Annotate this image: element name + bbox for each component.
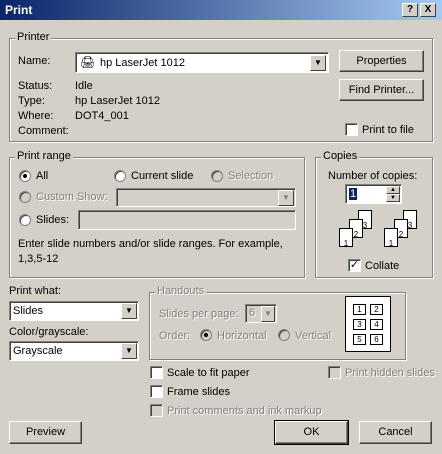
color-grayscale-label: Color/grayscale: xyxy=(9,326,89,338)
radio-horizontal-label: Horizontal xyxy=(217,330,267,342)
print-comments-checkbox[interactable] xyxy=(150,404,163,417)
title-bar: Print ? X xyxy=(0,0,442,20)
printer-icon: 🖨 xyxy=(80,55,96,69)
status-value: Idle xyxy=(75,80,93,92)
scale-to-fit-checkbox[interactable] xyxy=(150,366,163,379)
properties-button[interactable]: Properties xyxy=(339,50,424,72)
radio-slides[interactable] xyxy=(19,214,31,226)
color-grayscale-value: Grayscale xyxy=(13,345,63,357)
type-label: Type: xyxy=(18,95,45,107)
chevron-down-icon[interactable]: ▼ xyxy=(121,343,137,359)
collate-page: 1 xyxy=(339,228,353,248)
scale-to-fit-label: Scale to fit paper xyxy=(167,367,250,379)
find-printer-button[interactable]: Find Printer... xyxy=(339,79,424,101)
print-what-select[interactable]: Slides ▼ xyxy=(9,301,139,321)
comment-label: Comment: xyxy=(18,125,69,137)
print-what-label: Print what: xyxy=(9,285,61,297)
help-button[interactable]: ? xyxy=(402,3,418,17)
type-value: hp LaserJet 1012 xyxy=(75,95,161,107)
radio-selection-label: Selection xyxy=(228,170,274,182)
properties-button-label: Properties xyxy=(356,55,407,67)
print-what-value: Slides xyxy=(13,305,43,317)
handout-slide: 1 xyxy=(353,304,366,315)
radio-all-label: All xyxy=(36,170,49,182)
radio-horizontal[interactable] xyxy=(200,329,212,341)
printer-name-value: hp LaserJet 1012 xyxy=(100,57,186,69)
cancel-button[interactable]: Cancel xyxy=(359,421,432,444)
chevron-down-icon[interactable]: ▼ xyxy=(310,55,326,71)
printer-name-select[interactable]: 🖨 hp LaserJet 1012 ▼ xyxy=(75,52,329,73)
ok-button[interactable]: OK xyxy=(274,420,349,445)
print-hidden-label: Print hidden slides xyxy=(345,367,435,379)
spin-up-icon[interactable]: ▲ xyxy=(386,186,400,194)
handout-slide: 5 xyxy=(353,334,366,345)
slides-per-page-label: Slides per page: xyxy=(159,308,239,320)
collate-label: Collate xyxy=(365,260,400,272)
handout-slide: 4 xyxy=(370,319,383,330)
frame-slides-label: Frame slides xyxy=(167,386,230,398)
printer-group-label: Printer xyxy=(15,31,52,43)
copies-spinner[interactable]: 1 ▲ ▼ xyxy=(345,184,402,204)
slides-per-page-value: 6 xyxy=(249,307,256,319)
print-to-file-label: Print to file xyxy=(362,124,414,136)
radio-vertical[interactable] xyxy=(278,329,290,341)
copies-value: 1 xyxy=(349,188,358,200)
handout-slide: 3 xyxy=(353,319,366,330)
radio-custom-show-label: Custom Show: xyxy=(36,191,108,203)
status-label: Status: xyxy=(18,80,53,92)
radio-current-slide[interactable] xyxy=(114,170,126,182)
radio-custom-show[interactable] xyxy=(19,191,31,203)
preview-button[interactable]: Preview xyxy=(9,421,82,444)
print-comments-label: Print comments and ink markup xyxy=(167,405,322,417)
close-button[interactable]: X xyxy=(420,3,436,17)
radio-current-slide-label: Current slide xyxy=(131,170,194,182)
chevron-down-icon[interactable]: ▼ xyxy=(121,303,137,319)
radio-all[interactable] xyxy=(19,170,31,182)
print-range-group-label: Print range xyxy=(15,150,73,162)
name-label: Name: xyxy=(18,55,51,67)
custom-show-select[interactable]: ▼ xyxy=(116,188,296,207)
radio-selection[interactable] xyxy=(211,170,223,182)
range-hint: Enter slide numbers and/or slide ranges.… xyxy=(18,238,283,265)
color-grayscale-select[interactable]: Grayscale ▼ xyxy=(9,341,139,361)
dialog-title: Print xyxy=(5,3,33,17)
print-to-file-checkbox[interactable] xyxy=(345,123,358,136)
handouts-group-label: Handouts xyxy=(155,285,207,297)
slides-input[interactable] xyxy=(78,210,296,230)
find-printer-button-label: Find Printer... xyxy=(348,84,415,96)
handout-preview: 1 2 3 4 5 6 xyxy=(345,296,391,352)
slides-per-page-select[interactable]: 6 ▼ xyxy=(245,304,277,323)
order-label: Order: xyxy=(159,330,191,342)
radio-slides-label: Slides: xyxy=(36,214,70,226)
collate-illustration: 3 2 1 3 2 1 xyxy=(328,210,428,254)
where-value: DOT4_001 xyxy=(75,110,129,122)
chevron-down-icon[interactable]: ▼ xyxy=(261,306,275,322)
print-hidden-checkbox[interactable] xyxy=(328,366,341,379)
number-of-copies-label: Number of copies: xyxy=(328,170,418,182)
cancel-button-label: Cancel xyxy=(378,426,413,438)
where-label: Where: xyxy=(18,110,54,122)
collate-checkbox[interactable]: ✓ xyxy=(348,259,361,272)
copies-group-label: Copies xyxy=(321,150,360,162)
radio-vertical-label: Vertical xyxy=(295,330,332,342)
handout-slide: 2 xyxy=(370,304,383,315)
collate-page: 1 xyxy=(384,228,398,248)
ok-button-label: OK xyxy=(303,426,320,438)
chevron-down-icon[interactable]: ▼ xyxy=(278,190,294,206)
handout-slide: 6 xyxy=(370,334,383,345)
preview-button-label: Preview xyxy=(25,426,66,438)
frame-slides-checkbox[interactable] xyxy=(150,385,163,398)
spin-down-icon[interactable]: ▼ xyxy=(386,194,400,202)
